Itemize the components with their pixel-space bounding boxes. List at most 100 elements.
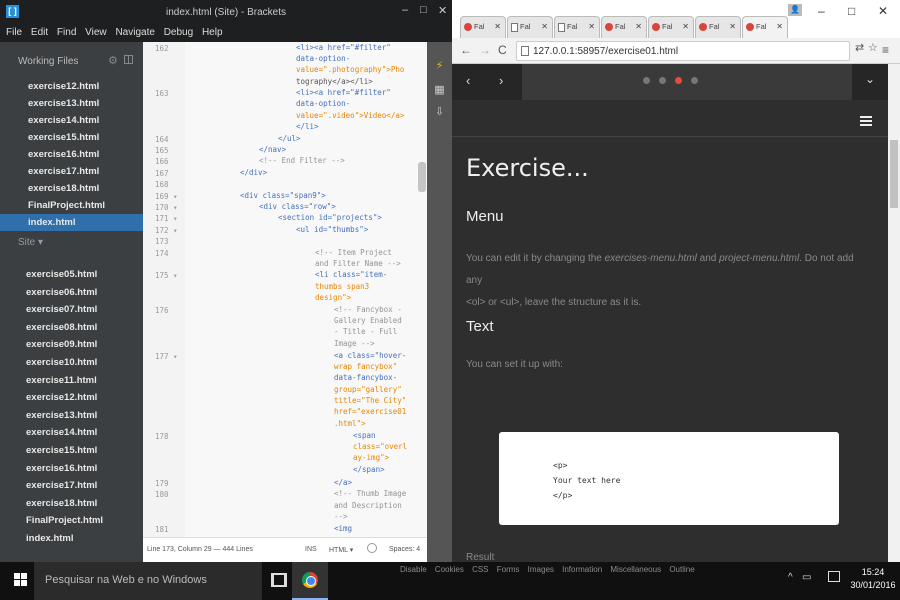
- bookmark-item[interactable]: Miscellaneous: [610, 565, 661, 574]
- project-file-item[interactable]: exercise17.html: [0, 477, 143, 495]
- forward-icon[interactable]: →: [479, 43, 491, 57]
- project-file-item[interactable]: index.html: [0, 530, 143, 548]
- bookmark-item[interactable]: Outline: [669, 565, 694, 574]
- browser-tab[interactable]: Fal ✕: [554, 16, 600, 38]
- chevron-down-icon[interactable]: ⌄: [865, 72, 875, 86]
- bookmark-item[interactable]: Forms: [497, 565, 520, 574]
- working-file-item-active[interactable]: index.html: [0, 214, 143, 231]
- chevron-up-icon[interactable]: ^: [788, 572, 793, 583]
- line-number[interactable]: 169 ▾: [155, 192, 183, 201]
- project-file-item[interactable]: exercise13.html: [0, 407, 143, 425]
- project-site-dropdown[interactable]: Site ▾: [18, 237, 43, 248]
- browser-tab[interactable]: Fal ✕: [601, 16, 647, 38]
- working-file-item[interactable]: exercise14.html: [0, 112, 143, 129]
- slider-next-icon[interactable]: ›: [499, 73, 503, 88]
- taskbar-search[interactable]: Pesquisar na Web e no Windows: [34, 562, 262, 600]
- linter-status-icon[interactable]: [367, 543, 377, 553]
- translate-icon[interactable]: ⇄: [855, 41, 864, 54]
- back-icon[interactable]: ←: [460, 43, 472, 57]
- working-file-item[interactable]: exercise16.html: [0, 146, 143, 163]
- browser-tab[interactable]: Fal ✕: [648, 16, 694, 38]
- profile-icon[interactable]: 👤: [788, 4, 802, 16]
- working-file-item[interactable]: exercise15.html: [0, 129, 143, 146]
- line-number[interactable]: 170 ▾: [155, 203, 183, 212]
- close-tab-icon[interactable]: ✕: [494, 17, 501, 37]
- project-file-item[interactable]: exercise08.html: [0, 319, 143, 337]
- extract-icon[interactable]: ⇩: [433, 106, 446, 119]
- project-file-item[interactable]: exercise10.html: [0, 354, 143, 372]
- slider-dot-active[interactable]: [675, 77, 682, 84]
- task-view-icon[interactable]: [271, 573, 287, 587]
- working-file-item[interactable]: exercise12.html: [0, 78, 143, 95]
- reload-icon[interactable]: C: [498, 43, 507, 57]
- gear-icon[interactable]: ⚙: [108, 54, 118, 67]
- project-file-item[interactable]: exercise12.html: [0, 389, 143, 407]
- minimize-icon[interactable]: –: [402, 4, 408, 16]
- page-scrollbar-thumb[interactable]: [890, 140, 898, 208]
- line-number[interactable]: 172 ▾: [155, 226, 183, 235]
- language-mode-dropdown[interactable]: HTML ▾: [329, 546, 353, 554]
- bookmark-item[interactable]: Information: [562, 565, 602, 574]
- close-tab-icon[interactable]: ✕: [776, 17, 783, 37]
- clock-time[interactable]: 15:24: [850, 567, 896, 577]
- project-file-item[interactable]: exercise05.html: [0, 266, 143, 284]
- page-info-icon[interactable]: [521, 46, 529, 56]
- page-scrollbar[interactable]: [888, 64, 900, 562]
- working-file-item[interactable]: exercise17.html: [0, 163, 143, 180]
- bookmark-star-icon[interactable]: ☆: [868, 41, 878, 54]
- maximize-icon[interactable]: □: [848, 4, 855, 18]
- slider-dot[interactable]: [659, 77, 666, 84]
- maximize-icon[interactable]: □: [420, 4, 427, 16]
- browser-tab[interactable]: Fal ✕: [460, 16, 506, 38]
- live-preview-icon[interactable]: ⚡: [433, 60, 446, 73]
- browser-tab-active[interactable]: Fal ✕: [742, 16, 788, 38]
- indent-setting[interactable]: Spaces: 4: [389, 546, 420, 553]
- menu-find[interactable]: Find: [57, 24, 76, 42]
- project-file-item[interactable]: exercise06.html: [0, 284, 143, 302]
- slider-prev-icon[interactable]: ‹: [466, 73, 470, 88]
- menu-view[interactable]: View: [85, 24, 107, 42]
- menu-debug[interactable]: Debug: [164, 24, 193, 42]
- notification-icon[interactable]: [828, 571, 840, 582]
- line-number[interactable]: 175 ▾: [155, 271, 183, 280]
- chrome-taskbar-button[interactable]: [292, 562, 328, 600]
- project-file-item[interactable]: FinalProject.html: [0, 512, 143, 530]
- project-file-item[interactable]: exercise07.html: [0, 301, 143, 319]
- close-tab-icon[interactable]: ✕: [635, 17, 642, 37]
- project-file-item[interactable]: exercise09.html: [0, 336, 143, 354]
- working-file-item[interactable]: exercise18.html: [0, 180, 143, 197]
- split-view-icon[interactable]: [124, 55, 133, 64]
- close-icon[interactable]: ✕: [438, 4, 447, 17]
- windows-start-icon[interactable]: [14, 573, 28, 587]
- bookmark-item[interactable]: Disable: [400, 565, 427, 574]
- close-icon[interactable]: ✕: [878, 4, 888, 18]
- line-number[interactable]: 177 ▾: [155, 352, 183, 361]
- browser-tab[interactable]: Fal ✕: [507, 16, 553, 38]
- insert-mode-toggle[interactable]: INS: [305, 546, 317, 553]
- project-file-item[interactable]: exercise16.html: [0, 460, 143, 478]
- project-file-item[interactable]: exercise14.html: [0, 424, 143, 442]
- close-tab-icon[interactable]: ✕: [682, 17, 689, 37]
- extension-manager-icon[interactable]: ▦: [433, 84, 446, 97]
- menu-navigate[interactable]: Navigate: [115, 24, 154, 42]
- project-file-item[interactable]: exercise11.html: [0, 372, 143, 390]
- url-input[interactable]: 127.0.0.1:58957/exercise01.html: [516, 41, 850, 61]
- editor-scrollbar[interactable]: [418, 162, 426, 192]
- minimize-icon[interactable]: –: [818, 4, 825, 18]
- project-file-item[interactable]: exercise15.html: [0, 442, 143, 460]
- line-number[interactable]: 171 ▾: [155, 214, 183, 223]
- close-tab-icon[interactable]: ✕: [729, 17, 736, 37]
- working-file-item[interactable]: FinalProject.html: [0, 197, 143, 214]
- network-icon[interactable]: ▭: [802, 572, 811, 583]
- browser-tab[interactable]: Fal ✕: [695, 16, 741, 38]
- chrome-menu-icon[interactable]: ≡: [882, 43, 889, 57]
- bookmark-item[interactable]: CSS: [472, 565, 488, 574]
- code-editor[interactable]: 162 163 164 165 166 167 168 169 ▾ 170 ▾ …: [143, 42, 427, 562]
- bookmark-item[interactable]: Images: [528, 565, 554, 574]
- close-tab-icon[interactable]: ✕: [541, 17, 548, 37]
- hamburger-menu-icon[interactable]: [860, 116, 872, 126]
- slider-dot[interactable]: [643, 77, 650, 84]
- menu-file[interactable]: File: [6, 24, 22, 42]
- project-file-item[interactable]: exercise18.html: [0, 495, 143, 513]
- bookmark-item[interactable]: Cookies: [435, 565, 464, 574]
